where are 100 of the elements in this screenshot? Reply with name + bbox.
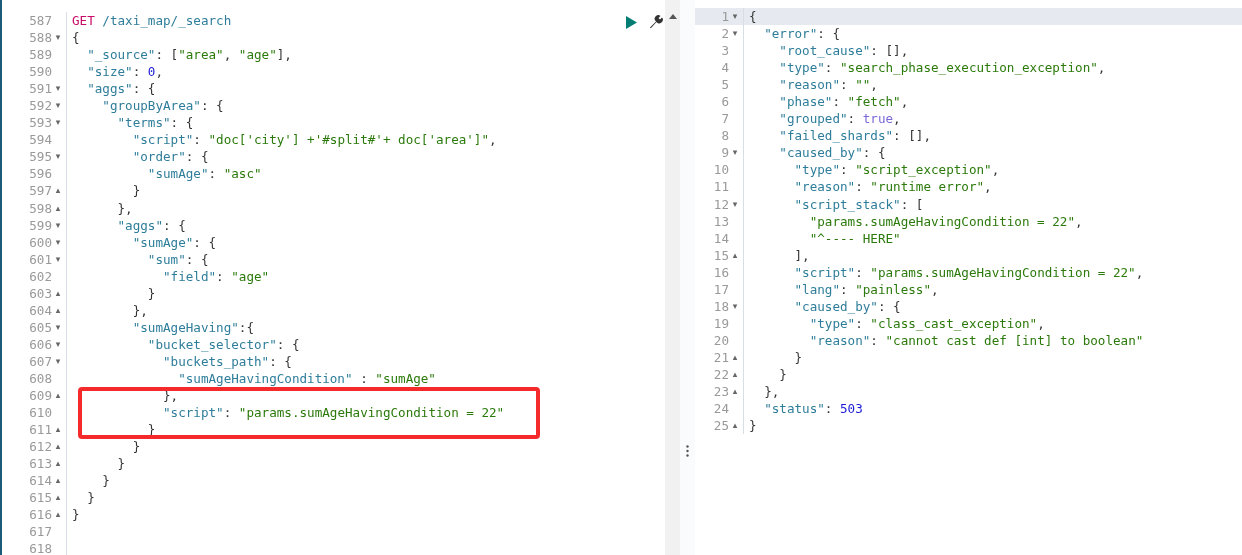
fold-toggle[interactable]: ▴ [55, 510, 61, 520]
line-number: 23 [713, 383, 729, 401]
code-line: "buckets_path": { [162, 353, 292, 369]
line-number: 595 [29, 148, 52, 166]
line-number: 614 [29, 472, 52, 490]
code-line: "size": 0, [86, 64, 164, 80]
code-line: "groupByArea": { [101, 98, 224, 114]
code-line: } [71, 507, 80, 523]
line-number: 598 [29, 199, 52, 217]
code-line: } [748, 418, 757, 434]
line-number: 4 [721, 59, 729, 77]
fold-toggle[interactable]: ▾ [55, 356, 61, 366]
fold-toggle[interactable]: ▴ [55, 459, 61, 469]
code-line: "sumAgeHaving":{ [131, 319, 254, 335]
line-number: 589 [29, 46, 52, 64]
code-line: "^---- HERE" [808, 230, 901, 246]
fold-toggle[interactable]: ▾ [55, 84, 61, 94]
code-line: "status": 503 [763, 401, 863, 417]
line-number: 592 [29, 97, 52, 115]
fold-toggle[interactable]: ▴ [55, 476, 61, 486]
line-number: 5 [721, 76, 729, 94]
fold-toggle[interactable]: ▾ [55, 220, 61, 230]
line-number: 615 [29, 489, 52, 507]
code-line: "_source": ["area", "age"], [86, 47, 292, 63]
scrollbar[interactable] [665, 0, 680, 555]
line-number: 19 [713, 314, 729, 332]
fold-toggle[interactable]: ▾ [55, 33, 61, 43]
line-number: 600 [29, 233, 52, 251]
line-number: 609 [29, 387, 52, 405]
line-number: 617 [29, 523, 52, 541]
code-line: } [793, 349, 803, 365]
code-line: "aggs": { [116, 217, 186, 233]
fold-toggle[interactable]: ▾ [55, 339, 61, 349]
code-line: }, [131, 302, 148, 318]
code-line: ], [793, 247, 810, 263]
code-line: } [146, 285, 156, 301]
fold-toggle[interactable]: ▴ [55, 442, 61, 452]
line-number: 18 [713, 297, 729, 315]
line-number: 616 [29, 506, 52, 524]
scroll-up-icon[interactable] [668, 14, 677, 19]
fold-toggle[interactable]: ▴ [732, 370, 738, 379]
line-number: 22 [713, 366, 729, 384]
fold-toggle[interactable]: ▾ [55, 118, 61, 128]
fold-toggle[interactable]: ▴ [55, 203, 61, 213]
fold-toggle[interactable]: ▴ [55, 425, 61, 435]
line-number: 611 [29, 421, 52, 439]
code-line: "root_cause": [], [778, 43, 909, 59]
fold-toggle[interactable]: ▴ [55, 493, 61, 503]
code-line: "sumAge": "asc" [146, 166, 262, 182]
fold-toggle[interactable]: ▾ [732, 301, 738, 311]
wrench-icon[interactable] [649, 15, 663, 29]
line-number: 17 [713, 280, 729, 298]
fold-toggle[interactable]: ▴ [732, 250, 738, 260]
resize-handle-icon[interactable] [686, 445, 689, 457]
line-number: 605 [29, 318, 52, 336]
line-number: 590 [29, 63, 52, 81]
code-line: "script_stack": [ [793, 196, 924, 212]
code-line: "caused_by": { [778, 145, 886, 161]
fold-toggle[interactable]: ▴ [55, 391, 61, 401]
line-number: 607 [29, 352, 52, 370]
line-number: 20 [713, 331, 729, 349]
code-line: "script": "params.sumAgeHavingCondition = 22" [162, 405, 505, 421]
fold-toggle[interactable]: ▴ [732, 421, 738, 431]
code-line: { [748, 9, 757, 24]
code-line: { [71, 30, 80, 46]
line-number: 588 [29, 29, 52, 47]
fold-toggle[interactable]: ▴ [732, 352, 738, 362]
line-number: 13 [713, 212, 729, 230]
fold-toggle[interactable]: ▴ [732, 387, 738, 397]
line-number: 11 [713, 178, 729, 196]
fold-toggle[interactable]: ▾ [55, 254, 61, 264]
code-line: }, [763, 384, 780, 400]
code-line: }, [116, 200, 133, 216]
line-number: 9 [721, 144, 729, 162]
fold-toggle[interactable]: ▴ [55, 288, 61, 298]
fold-toggle[interactable]: ▴ [55, 186, 61, 196]
play-icon[interactable] [625, 15, 637, 29]
line-number: 15 [713, 246, 729, 264]
fold-toggle[interactable]: ▾ [732, 12, 738, 21]
fold-toggle[interactable]: ▾ [732, 199, 738, 209]
fold-toggle[interactable]: ▾ [732, 148, 738, 158]
code-line: } [778, 367, 787, 382]
line-number: 587 [29, 12, 52, 30]
code-line: "params.sumAgeHavingCondition = 22", [808, 213, 1083, 229]
code-line: } [101, 473, 110, 489]
fold-toggle[interactable]: ▾ [55, 101, 61, 111]
code-line: "sumAgeHavingCondition" : "sumAge" [177, 371, 436, 386]
code-line: "terms": { [116, 115, 194, 131]
code-line: "type": "search_phase_execution_exception", [778, 60, 1106, 76]
line-number: 613 [29, 455, 52, 473]
line-number: 16 [713, 263, 729, 281]
fold-toggle[interactable]: ▴ [55, 305, 61, 315]
line-number: 14 [713, 229, 729, 247]
code-line: "grouped": true, [778, 111, 901, 127]
fold-toggle[interactable]: ▾ [55, 152, 61, 162]
code-line: "caused_by": { [793, 298, 901, 314]
fold-toggle[interactable]: ▾ [732, 29, 738, 39]
fold-toggle[interactable]: ▾ [55, 322, 61, 332]
code-line: } [131, 439, 141, 455]
fold-toggle[interactable]: ▾ [55, 237, 61, 247]
